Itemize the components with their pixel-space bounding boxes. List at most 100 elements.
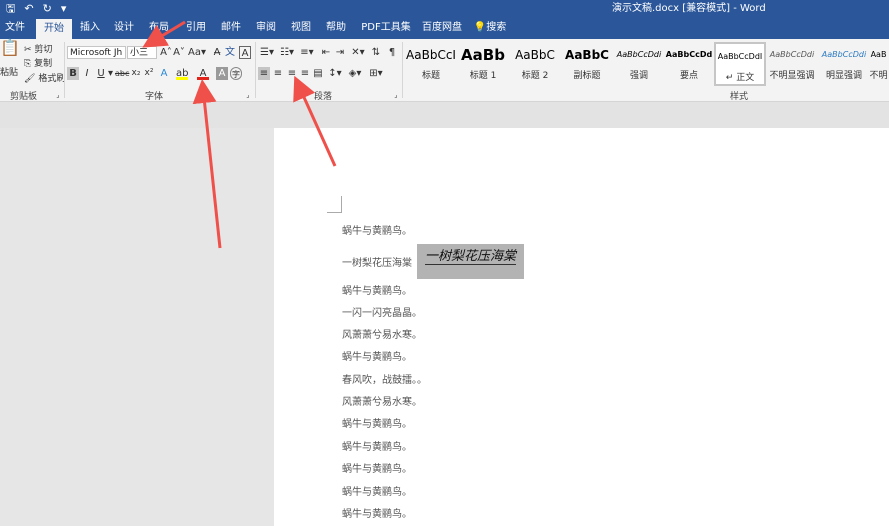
- title-bar: 🖫 ↶ ↻ ▾ 演示文稿.docx [兼容模式] - Word: [0, 0, 889, 17]
- document-line[interactable]: 风萧萧兮易水寒。: [342, 393, 422, 408]
- clipboard-group-label: 剪贴板: [10, 92, 38, 102]
- italic-icon[interactable]: I: [81, 67, 93, 80]
- window-title: 演示文稿.docx [兼容模式] - Word: [612, 3, 766, 14]
- copy-button[interactable]: ⎘ 复制: [24, 56, 52, 69]
- bullets-icon[interactable]: ☰▾: [258, 46, 276, 59]
- scissors-icon: ✂: [24, 45, 32, 55]
- tab-pdf-tools[interactable]: PDF工具集: [360, 17, 412, 39]
- change-case-icon[interactable]: Aa▾: [188, 46, 206, 59]
- qat-more-icon[interactable]: ▾: [61, 0, 67, 17]
- group-separator: [402, 42, 403, 98]
- enclose-char-icon[interactable]: 字: [230, 67, 242, 80]
- paintbrush-icon: 🖌: [24, 74, 36, 84]
- tab-help[interactable]: 帮助: [320, 17, 352, 39]
- format-painter-button[interactable]: 🖌 格式刷: [24, 71, 65, 84]
- style-title[interactable]: AaBbCcI 标题: [405, 42, 457, 86]
- align-center-icon[interactable]: ≡: [272, 67, 284, 80]
- align-left-icon[interactable]: ≡: [258, 67, 270, 80]
- style-heading-2[interactable]: AaBbC 标题 2: [509, 42, 561, 86]
- font-size-combo[interactable]: 小三: [127, 46, 157, 59]
- show-marks-icon[interactable]: ¶: [386, 46, 398, 59]
- paragraph-launcher-icon[interactable]: ⌟: [392, 89, 400, 102]
- style-subtitle[interactable]: AaBbC 副标题: [561, 42, 613, 86]
- document-line[interactable]: 春风吹，战鼓擂。。: [342, 371, 427, 386]
- superscript-icon[interactable]: x²: [143, 67, 155, 80]
- increase-indent-icon[interactable]: ⇥: [334, 46, 346, 59]
- font-group-label: 字体: [145, 92, 164, 102]
- subscript-icon[interactable]: x₂: [130, 67, 142, 80]
- cut-button[interactable]: ✂ 剪切: [24, 42, 52, 55]
- document-line[interactable]: 风萧萧兮易水寒。: [342, 326, 422, 341]
- style-heading-1[interactable]: AaBb 标题 1: [457, 42, 509, 86]
- style-normal[interactable]: AaBbCcDdI ↵ 正文: [714, 42, 766, 86]
- group-separator: [255, 42, 256, 98]
- document-line[interactable]: 蜗牛与黄鹂鸟。: [342, 415, 412, 430]
- line-spacing-icon[interactable]: ↕▾: [327, 67, 343, 80]
- document-line[interactable]: 一树梨花压海棠: [342, 254, 412, 269]
- justify-icon[interactable]: ≡: [299, 67, 311, 80]
- clipboard-launcher-icon[interactable]: ⌟: [54, 89, 62, 102]
- style-subtle-reference[interactable]: AaB 不明: [868, 42, 889, 86]
- font-name-combo[interactable]: Microsoft Jh: [67, 46, 126, 59]
- paragraph-group-label: 段落: [314, 92, 333, 102]
- save-icon[interactable]: 🖫: [6, 0, 15, 17]
- tab-references[interactable]: 引用: [180, 17, 212, 39]
- paste-icon[interactable]: 📋: [0, 40, 20, 63]
- text-effects-icon[interactable]: A: [158, 67, 170, 80]
- document-line[interactable]: 蜗牛与黄鹂鸟。: [342, 483, 412, 498]
- tab-view[interactable]: 视图: [285, 17, 317, 39]
- strikethrough-icon[interactable]: abc: [115, 67, 129, 80]
- styles-group-label: 样式: [730, 92, 749, 102]
- style-subtle-emphasis[interactable]: AaBbCcDdi 不明显强调: [766, 42, 818, 86]
- bold-icon[interactable]: B: [67, 67, 79, 80]
- grow-font-icon[interactable]: A˄: [160, 46, 172, 59]
- tab-baidu-netdisk[interactable]: 百度网盘: [420, 17, 464, 39]
- tab-mailings[interactable]: 邮件: [215, 17, 247, 39]
- multilevel-list-icon[interactable]: ≡▾: [298, 46, 316, 59]
- chinese-layout-icon[interactable]: ✕▾: [350, 46, 366, 59]
- document-line[interactable]: 蜗牛与黄鹂鸟。: [342, 222, 412, 237]
- style-strong[interactable]: AaBbCcDd 要点: [663, 42, 715, 86]
- tab-layout[interactable]: 布局: [143, 17, 175, 39]
- style-intense-emphasis[interactable]: AaBbCcDdi 明显强调: [818, 42, 870, 86]
- group-separator: [64, 42, 65, 98]
- undo-icon[interactable]: ↶: [24, 0, 33, 17]
- tab-design[interactable]: 设计: [108, 17, 140, 39]
- tab-file[interactable]: 文件: [0, 17, 30, 39]
- clear-format-icon[interactable]: A̶: [211, 46, 223, 59]
- document-line[interactable]: 蜗牛与黄鹂鸟。: [342, 348, 412, 363]
- redo-icon[interactable]: ↻: [43, 0, 52, 17]
- paste-button[interactable]: 粘贴: [0, 65, 18, 78]
- font-launcher-icon[interactable]: ⌟: [244, 89, 252, 102]
- tab-search[interactable]: 💡搜索: [470, 17, 510, 39]
- numbering-icon[interactable]: ☷▾: [278, 46, 296, 59]
- highlight-icon[interactable]: ab: [176, 67, 188, 80]
- document-line[interactable]: 蜗牛与黄鹂鸟。: [342, 505, 412, 520]
- shrink-font-icon[interactable]: A˅: [173, 46, 185, 59]
- margin-corner-mark: [327, 196, 342, 213]
- phonetic-guide-icon[interactable]: 文: [224, 46, 236, 59]
- tab-insert[interactable]: 插入: [74, 17, 106, 39]
- style-emphasis[interactable]: AaBbCcDdi 强调: [613, 42, 665, 86]
- font-color-icon[interactable]: A: [197, 67, 209, 80]
- borders-icon[interactable]: ⊞▾: [368, 67, 384, 80]
- document-line[interactable]: 蜗牛与黄鹂鸟。: [342, 438, 412, 453]
- distributed-icon[interactable]: ▤: [312, 67, 324, 80]
- quick-access-toolbar: 🖫 ↶ ↻ ▾: [6, 0, 66, 17]
- align-right-icon[interactable]: ≡: [286, 67, 298, 80]
- tab-home[interactable]: 开始: [36, 19, 72, 39]
- copy-icon: ⎘: [24, 59, 32, 69]
- underline-icon[interactable]: U: [95, 67, 107, 80]
- tab-review[interactable]: 审阅: [250, 17, 282, 39]
- char-shading-icon[interactable]: A: [216, 67, 228, 80]
- shading-icon[interactable]: ◈▾: [347, 67, 363, 80]
- char-border-icon[interactable]: A: [239, 46, 251, 59]
- document-line[interactable]: 蜗牛与黄鹂鸟。: [342, 282, 412, 297]
- underline-dropdown-icon[interactable]: ▾: [107, 67, 114, 80]
- ribbon: 📋 粘贴 ✂ 剪切 ⎘ 复制 🖌 格式刷 剪贴板 ⌟ Microsoft Jh …: [0, 39, 889, 102]
- document-line[interactable]: 蜗牛与黄鹂鸟。: [342, 460, 412, 475]
- selected-text[interactable]: 一树梨花压海棠: [417, 244, 524, 279]
- document-line[interactable]: 一闪一闪亮晶晶。: [342, 304, 422, 319]
- decrease-indent-icon[interactable]: ⇤: [320, 46, 332, 59]
- sort-icon[interactable]: ⇅: [370, 46, 382, 59]
